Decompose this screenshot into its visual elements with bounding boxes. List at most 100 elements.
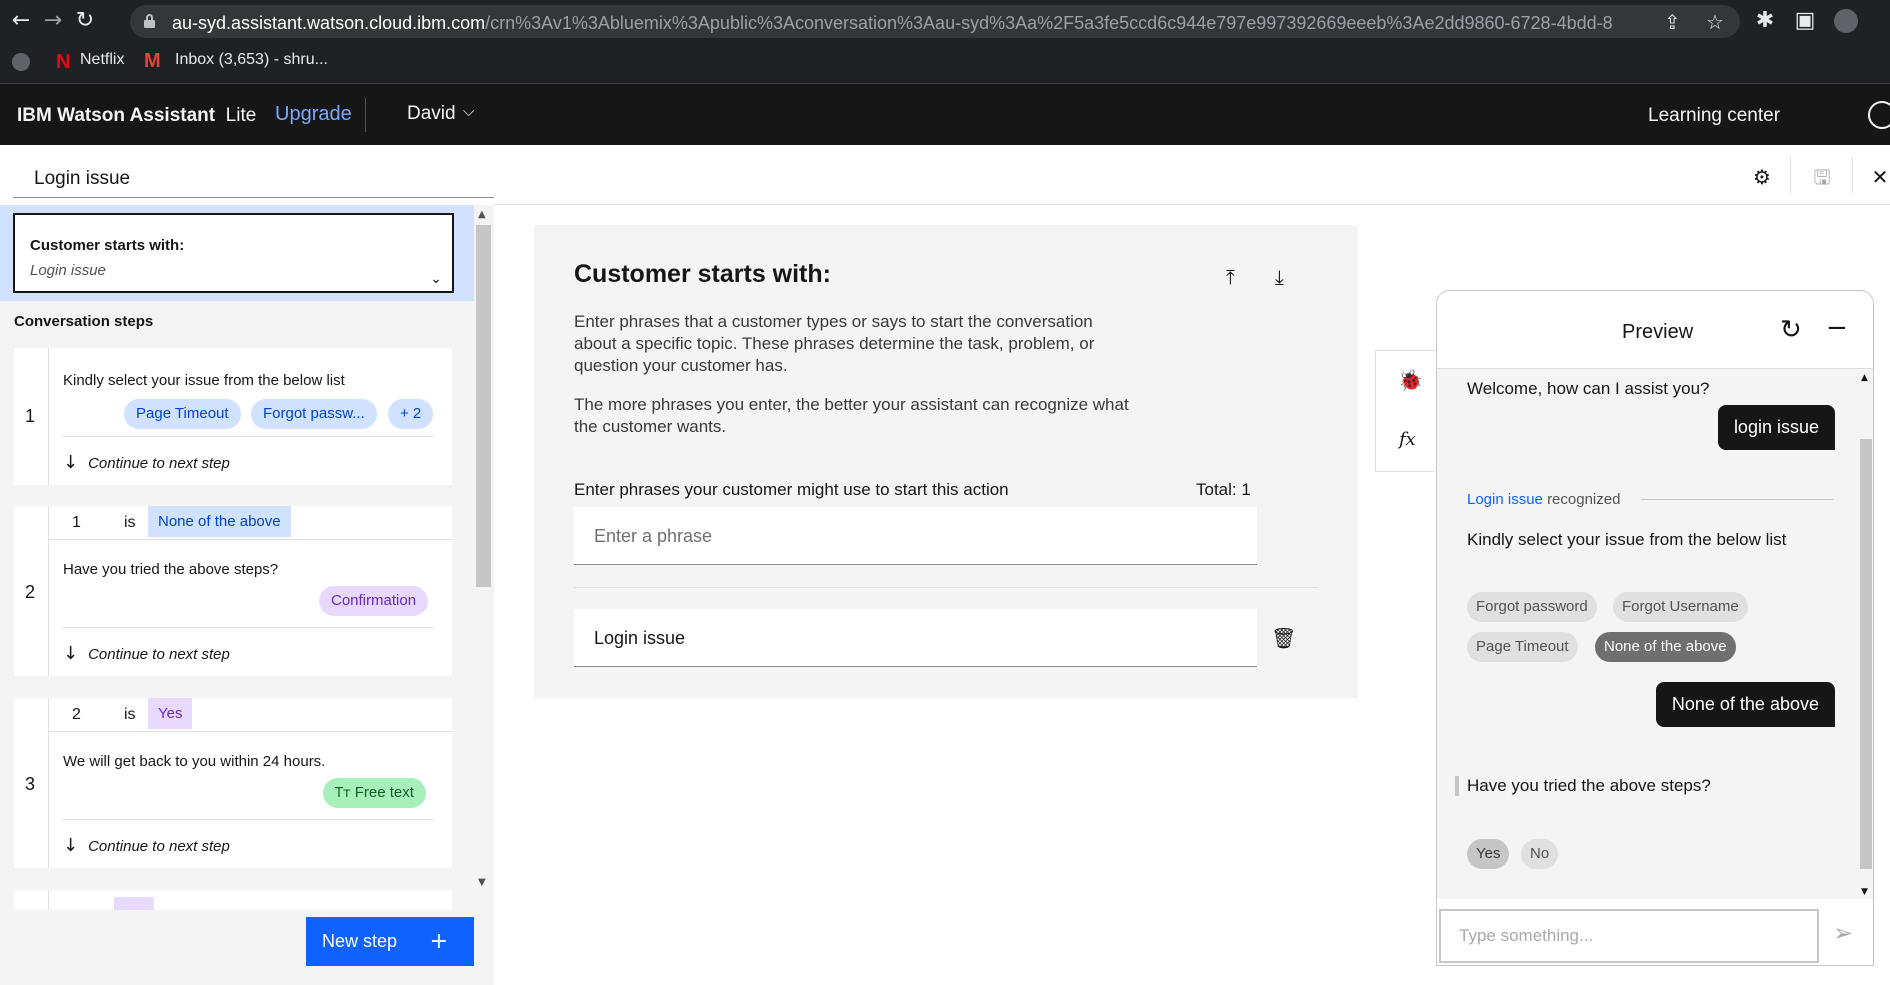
- user-menu[interactable]: David: [407, 103, 456, 125]
- upgrade-link[interactable]: Upgrade: [275, 103, 352, 126]
- action-recognized: Login issue recognized: [1467, 491, 1621, 508]
- user-message: login issue: [1717, 405, 1835, 450]
- action-title-input[interactable]: Login issue: [13, 160, 494, 198]
- condition-step: 2: [72, 706, 81, 723]
- condition-value: Yes: [148, 698, 193, 729]
- preview-scrollbar[interactable]: ▲ ▼: [1858, 369, 1873, 899]
- back-icon[interactable]: ←: [8, 8, 34, 34]
- learning-center-link[interactable]: Learning center: [1648, 105, 1780, 127]
- function-icon[interactable]: fx: [1399, 429, 1416, 450]
- conversation-steps-label: Conversation steps: [14, 313, 154, 330]
- bot-message: Kindly select your issue from the below …: [1467, 530, 1787, 549]
- save-icon[interactable]: 🖫: [1808, 163, 1836, 191]
- conversation-step-3[interactable]: 3 2 is Yes We will get back to you withi…: [14, 698, 452, 868]
- bookmarks-bar: N Netflix M Inbox (3,653) - shru...: [0, 42, 1890, 84]
- send-icon[interactable]: ➢: [1833, 919, 1853, 947]
- phrase-item[interactable]: Login issue: [574, 609, 1257, 667]
- globe-icon[interactable]: [12, 53, 30, 71]
- scrollbar-thumb[interactable]: [476, 225, 491, 587]
- plus-icon: +: [429, 929, 448, 954]
- scroll-up-icon[interactable]: ▲: [1861, 373, 1868, 383]
- condition-step: 1: [72, 514, 81, 531]
- yes-button[interactable]: Yes: [1467, 839, 1510, 869]
- debug-bug-icon[interactable]: 🐞: [1398, 368, 1423, 392]
- scroll-down-icon[interactable]: ▼: [478, 877, 486, 888]
- bookmark-netflix[interactable]: Netflix: [80, 51, 124, 69]
- share-icon[interactable]: ⇪: [1664, 10, 1681, 34]
- bookmark-inbox[interactable]: Inbox (3,653) - shru...: [175, 51, 328, 69]
- text-icon: Tт: [335, 786, 351, 801]
- chevron-down-icon[interactable]: ⌵: [463, 102, 474, 120]
- preview-panel: Preview ↻ − Welcome, how can I assist yo…: [1436, 290, 1874, 966]
- download-icon[interactable]: ⤓: [1275, 265, 1284, 289]
- editor-divider: [574, 587, 1318, 588]
- condition-value: None of the above: [148, 506, 291, 537]
- scrollbar-thumb[interactable]: [1860, 439, 1872, 869]
- condition-value: [114, 897, 154, 910]
- settings-gear-icon[interactable]: ⚙: [1748, 163, 1776, 191]
- phrase-input[interactable]: Enter a phrase: [574, 507, 1257, 565]
- scroll-up-icon[interactable]: ▲: [478, 209, 486, 220]
- bookmark-star-icon[interactable]: ☆: [1706, 10, 1724, 34]
- arrow-down-icon: ↓: [63, 835, 79, 856]
- chat-transcript: Welcome, how can I assist you? login iss…: [1437, 369, 1873, 899]
- side-toolbar: 🐞 fx: [1375, 350, 1435, 472]
- recognized-action-link[interactable]: Login issue: [1467, 491, 1543, 508]
- forward-icon[interactable]: →: [40, 8, 66, 34]
- step-number: 1: [24, 406, 35, 426]
- refresh-icon[interactable]: ↻: [1780, 315, 1802, 345]
- no-button[interactable]: No: [1521, 839, 1559, 869]
- step-condition: 2 is Yes: [48, 698, 452, 732]
- option-tag: Forgot passw...: [251, 399, 377, 429]
- continue-to-next-step: ↓ Continue to next step: [63, 452, 230, 473]
- scroll-down-icon[interactable]: ▼: [1861, 887, 1868, 897]
- user-message: None of the above: [1655, 682, 1835, 727]
- step-divider: [48, 890, 49, 910]
- trigger-title: Customer starts with:: [30, 237, 185, 254]
- customer-starts-with-card[interactable]: Customer starts with: Login issue ⌄: [13, 213, 454, 293]
- editor-description: Enter phrases that a customer types or s…: [574, 312, 1095, 375]
- editor-tip: The more phrases you enter, the better y…: [574, 395, 1129, 436]
- conversation-step-2[interactable]: 2 1 is None of the above Have you tried …: [14, 506, 452, 676]
- phrases-label: Enter phrases your customer might use to…: [574, 480, 1009, 499]
- close-icon[interactable]: ✕: [1866, 163, 1890, 191]
- address-bar[interactable]: au-syd.assistant.watson.cloud.ibm.com/cr…: [130, 5, 1740, 38]
- bot-message: Have you tried the above steps?: [1467, 776, 1711, 795]
- sidepanel-icon[interactable]: ▣: [1792, 8, 1818, 34]
- condition-operator: is: [124, 706, 136, 723]
- minimize-icon[interactable]: −: [1826, 313, 1848, 343]
- option-button[interactable]: Page Timeout: [1467, 632, 1578, 662]
- browser-avatar[interactable]: [1834, 9, 1858, 33]
- trash-icon[interactable]: 🗑: [1271, 626, 1296, 650]
- option-button[interactable]: Forgot password: [1467, 592, 1597, 622]
- chat-input[interactable]: Type something...: [1439, 909, 1819, 963]
- step-number: 2: [24, 582, 35, 602]
- continue-to-next-step: ↓ Continue to next step: [63, 835, 230, 856]
- product-name: IBM Watson Assistant Lite: [17, 105, 257, 126]
- message-indicator: [1455, 776, 1459, 796]
- phrases-editor: Customer starts with: ⤒ ⤓ Enter phrases …: [534, 225, 1358, 698]
- arrow-down-icon: ↓: [63, 643, 79, 664]
- upload-icon[interactable]: ⤒: [1226, 265, 1235, 289]
- profile-icon[interactable]: [1868, 101, 1890, 129]
- continue-to-next-step: ↓ Continue to next step: [63, 643, 230, 664]
- editor-title: Customer starts with:: [574, 260, 831, 288]
- new-step-button[interactable]: New step +: [306, 917, 474, 966]
- chevron-down-icon[interactable]: ⌄: [430, 271, 442, 287]
- conversation-step-4[interactable]: [14, 890, 452, 910]
- more-options-tag[interactable]: + 2: [388, 399, 434, 429]
- lock-icon: [144, 14, 155, 28]
- toolbar-divider: [1790, 157, 1791, 193]
- conversation-step-1[interactable]: 1 Kindly select your issue from the belo…: [14, 348, 452, 485]
- condition-operator: is: [124, 514, 136, 531]
- preview-header: Preview ↻ −: [1437, 291, 1873, 369]
- url-text[interactable]: au-syd.assistant.watson.cloud.ibm.com/cr…: [172, 13, 1612, 34]
- toolbar-divider: [1852, 157, 1853, 193]
- extensions-icon[interactable]: ✱: [1752, 8, 1778, 34]
- selected-option-button[interactable]: None of the above: [1595, 632, 1736, 662]
- bot-message: Welcome, how can I assist you?: [1467, 379, 1710, 398]
- reload-icon[interactable]: ↻: [72, 8, 98, 34]
- option-button[interactable]: Forgot Username: [1613, 592, 1748, 622]
- phrases-total: Total: 1: [1196, 480, 1251, 499]
- browser-toolbar: ← → ↻ au-syd.assistant.watson.cloud.ibm.…: [0, 0, 1890, 42]
